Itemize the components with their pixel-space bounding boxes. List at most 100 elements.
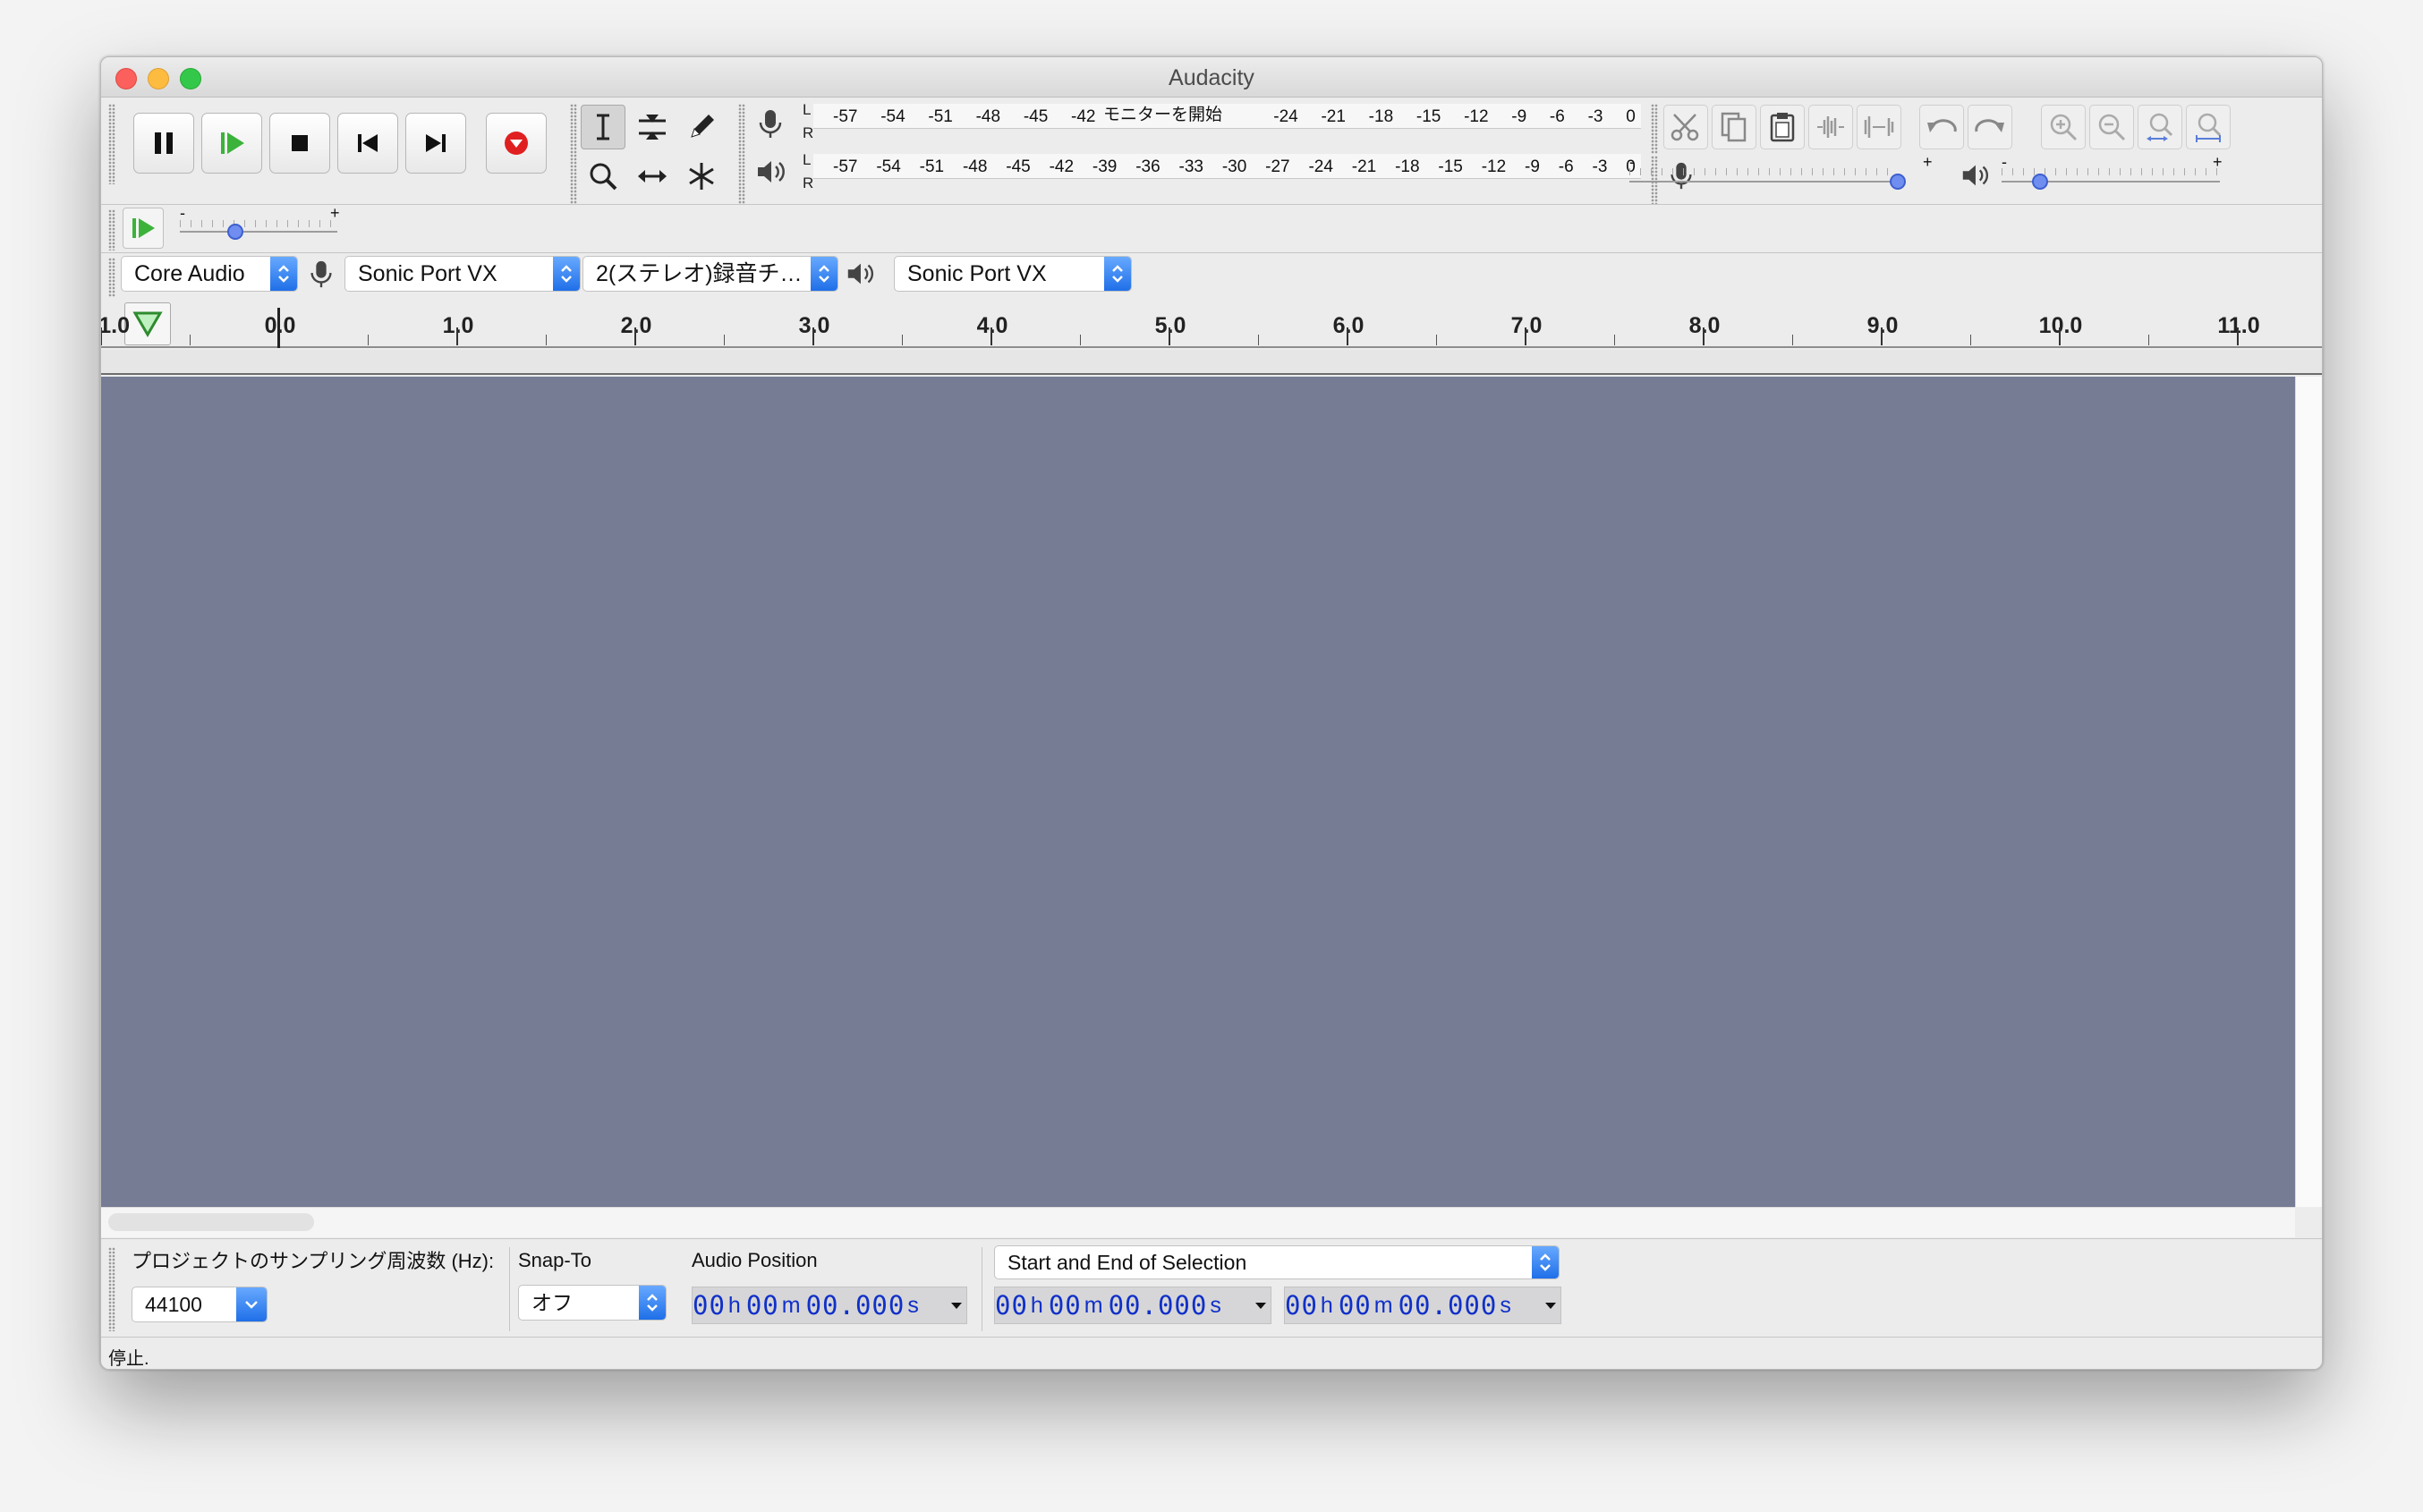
ruler-label: 3.0 (798, 313, 830, 338)
play-meter[interactable]: -57 -54 -51 -48 -45 -42 -39 -36 -33 -30 -27 -24 -21-… (813, 154, 1641, 179)
ruler-minor-tick (1613, 335, 1615, 345)
record-meter-button[interactable] (751, 104, 790, 143)
play-speed-knob[interactable] (227, 224, 243, 240)
undo-button[interactable] (1919, 105, 1964, 149)
speaker-icon (1962, 165, 1989, 186)
speaker-icon (758, 161, 785, 183)
vertical-scrollbar[interactable] (2295, 377, 2322, 1207)
meter-toolbar-grip[interactable] (738, 104, 745, 204)
horizontal-scrollbar[interactable] (101, 1207, 2295, 1237)
cursor-position-marker[interactable] (277, 308, 280, 348)
record-button[interactable] (486, 113, 547, 174)
audio-host-select[interactable]: Core Audio (121, 256, 298, 292)
snap-to-select[interactable]: オフ (518, 1285, 667, 1321)
mixer-toolbar-grip[interactable] (1651, 156, 1658, 204)
chevron-down-icon (236, 1287, 267, 1321)
recording-channels-select[interactable]: 2(ステレオ)録音チ… (582, 256, 838, 292)
audio-position-time[interactable]: 00 h 00 m 00.000 s (692, 1287, 967, 1324)
skip-to-start-icon (358, 134, 378, 152)
redo-button[interactable] (1968, 105, 2012, 149)
copy-button[interactable] (1712, 105, 1756, 149)
recording-device-select[interactable]: Sonic Port VX (344, 256, 581, 292)
stop-button[interactable] (269, 113, 330, 174)
ruler-minor-tick (545, 335, 547, 345)
recording-device-icon-wrap (303, 256, 339, 292)
zoom-out-button[interactable] (2089, 105, 2134, 149)
transport-toolbar-grip[interactable] (108, 104, 115, 184)
selection-mode-select[interactable]: Start and End of Selection (994, 1245, 1560, 1279)
play-meter-tick-label: -33 (1178, 157, 1203, 176)
monitor-start-label[interactable]: モニターを開始 (1098, 104, 1229, 127)
time-format-dropdown-icon[interactable] (950, 1299, 963, 1312)
silence-audio-button[interactable] (1857, 105, 1901, 149)
record-meter[interactable]: -57-54-51-48-45-42-39-3-24-21-18-15-12-9… (813, 104, 1641, 129)
zoom-tool[interactable] (581, 154, 625, 199)
play-meter-tick-label: -57 (833, 157, 858, 176)
ruler-bottom-strip (101, 350, 2322, 375)
ruler-minor-tick (367, 335, 369, 345)
time-shift-tool[interactable] (630, 154, 675, 199)
envelope-icon (639, 115, 666, 140)
speed-plus: + (330, 204, 340, 222)
fit-project-button[interactable] (2186, 105, 2231, 149)
recording-channels-value: 2(ステレオ)録音チ… (596, 261, 803, 286)
ruler-minor-tick (2147, 335, 2149, 345)
pause-button[interactable] (133, 113, 194, 174)
selection-end-time[interactable]: 00 h 00 m 00.000 s (1284, 1287, 1561, 1324)
record-channel-l: L (803, 101, 812, 118)
play-button[interactable] (201, 113, 262, 174)
play-meter-tick-label: -45 (1006, 157, 1031, 176)
ruler-major-tick (2059, 327, 2061, 345)
play-meter-tick-label: -24 (1308, 157, 1333, 176)
zoom-in-button[interactable] (2041, 105, 2086, 149)
selection-toolbar-grip[interactable] (108, 1247, 115, 1331)
toolbar-divider (101, 204, 2322, 205)
track-area[interactable] (101, 377, 2295, 1207)
playback-volume-knob[interactable] (2032, 174, 2048, 190)
selection-tool[interactable] (581, 105, 625, 149)
paste-button[interactable] (1760, 105, 1805, 149)
ruler-minor-tick (901, 335, 903, 345)
ruler-label: - 1.0 (100, 313, 131, 338)
ruler-major-tick (1347, 327, 1348, 345)
recording-volume-slider[interactable] (1629, 181, 1898, 183)
recording-device-value: Sonic Port VX (358, 261, 497, 286)
recording-volume-knob[interactable] (1890, 174, 1906, 190)
project-rate-value: 44100 (145, 1293, 202, 1316)
playback-device-select[interactable]: Sonic Port VX (894, 256, 1132, 292)
selection-start-time[interactable]: 00 h 00 m 00.000 s (994, 1287, 1271, 1324)
play-meter-tick-label: -21 (1351, 157, 1377, 176)
skip-to-start-button[interactable] (337, 113, 398, 174)
playback-volume-icon-wrap (1957, 157, 1993, 193)
record-meter-tick-label: -3 (1587, 107, 1603, 126)
record-meter-tick-label: -12 (1464, 107, 1489, 126)
project-rate-select[interactable]: 44100 (132, 1287, 268, 1322)
envelope-tool[interactable] (630, 105, 675, 149)
play-at-speed-button[interactable] (123, 208, 164, 249)
play-at-speed-grip[interactable] (108, 209, 115, 251)
ruler-label: 11.0 (2217, 313, 2260, 338)
multi-tool[interactable] (679, 154, 724, 199)
timeline-ruler[interactable]: - 1.0 0.0 1.0 2.0 3.0 4.0 5.0 6.0 7.0 8.0 9.0 10.0 1… (101, 299, 2322, 348)
skip-to-end-button[interactable] (405, 113, 466, 174)
trim-audio-button[interactable] (1808, 105, 1853, 149)
tools-toolbar-grip[interactable] (570, 104, 577, 204)
cut-button[interactable] (1663, 105, 1708, 149)
play-speed-slider[interactable] (180, 231, 337, 233)
horizontal-scrollbar-thumb[interactable] (108, 1213, 314, 1231)
time-format-dropdown-icon[interactable] (1544, 1299, 1557, 1312)
selection-divider-1 (509, 1247, 510, 1331)
ruler-major-tick (812, 327, 814, 345)
ruler-major-tick (2237, 327, 2239, 345)
undo-icon (1927, 119, 1957, 132)
fit-selection-button[interactable] (2138, 105, 2182, 149)
device-toolbar-grip[interactable] (108, 258, 115, 297)
timeline-options-button[interactable] (124, 302, 171, 345)
play-meter-button[interactable] (751, 152, 790, 191)
audacity-window: Audacity L R -57 -54 -51 -48 -45 -42 -24… (100, 56, 2323, 1370)
scissors-icon (1671, 114, 1699, 141)
draw-tool[interactable] (679, 105, 724, 149)
edit-toolbar-grip[interactable] (1651, 104, 1658, 154)
time-format-dropdown-icon[interactable] (1254, 1299, 1267, 1312)
select-arrows-icon (1532, 1246, 1559, 1278)
